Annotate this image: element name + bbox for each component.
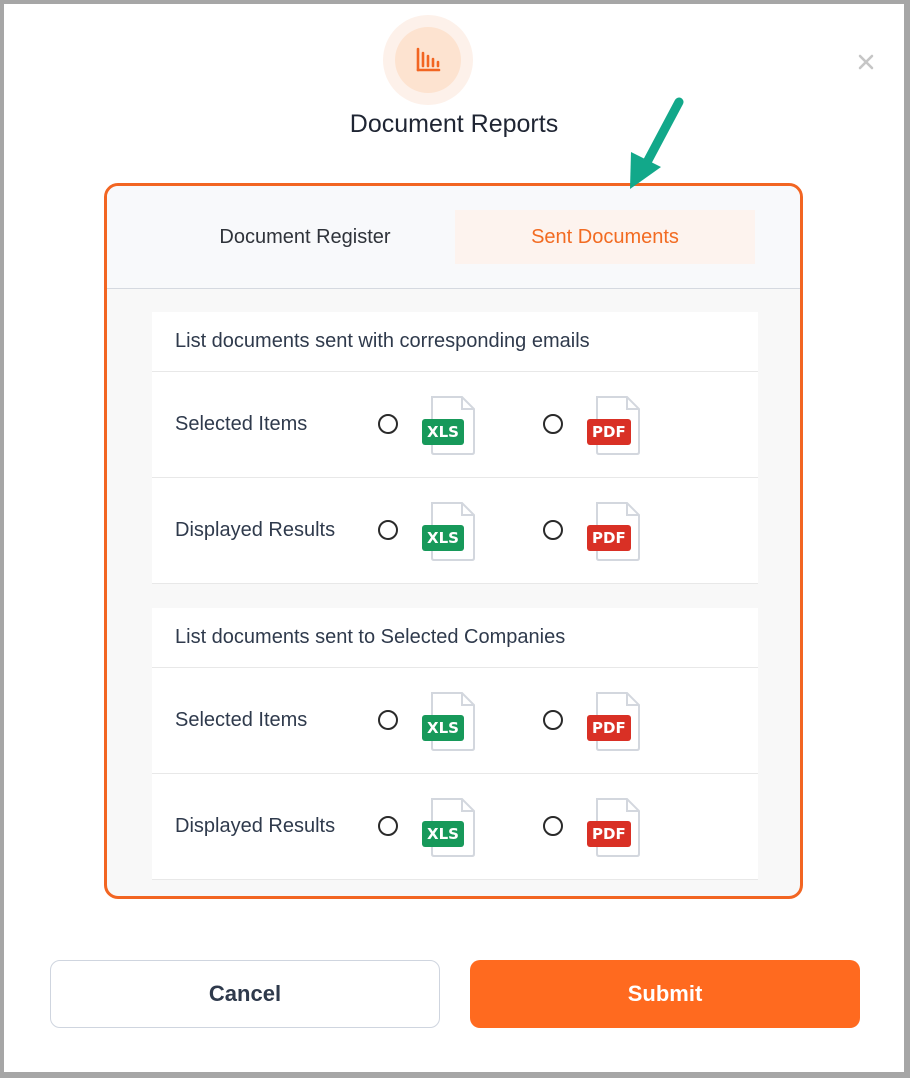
pdf-badge: PDF — [587, 821, 631, 847]
pdf-file-icon[interactable]: PDF — [587, 798, 647, 858]
submit-button[interactable]: Submit — [470, 960, 860, 1028]
close-icon — [858, 54, 874, 70]
xls-radio[interactable] — [378, 710, 398, 730]
section-selected-companies: List documents sent to Selected Companie… — [152, 608, 758, 880]
xls-badge: XLS — [422, 715, 464, 741]
pdf-badge: PDF — [587, 419, 631, 445]
arrow-pointer-icon — [630, 97, 684, 189]
bar-chart-icon — [416, 47, 441, 72]
header-icon-badge — [383, 15, 473, 105]
section-title: List documents sent to Selected Companie… — [152, 608, 758, 668]
row-label: Selected Items — [175, 709, 308, 731]
tab-sent-documents[interactable]: Sent Documents — [455, 210, 755, 264]
section-title: List documents sent with corresponding e… — [152, 312, 758, 372]
row-label: Selected Items — [175, 413, 308, 435]
xls-radio[interactable] — [378, 520, 398, 540]
row-label: Displayed Results — [175, 815, 336, 837]
section-corresponding-emails: List documents sent with corresponding e… — [152, 312, 758, 584]
xls-file-icon[interactable]: XLS — [422, 396, 482, 456]
xls-file-icon[interactable]: XLS — [422, 798, 482, 858]
pdf-radio[interactable] — [543, 520, 563, 540]
xls-radio[interactable] — [378, 414, 398, 434]
option-row: Displayed Results XLS PDF — [152, 478, 758, 584]
close-button[interactable] — [854, 50, 878, 74]
pdf-radio[interactable] — [543, 710, 563, 730]
xls-file-icon[interactable]: XLS — [422, 692, 482, 752]
pdf-badge: PDF — [587, 715, 631, 741]
xls-badge: XLS — [422, 525, 464, 551]
document-reports-dialog: Document Reports Document Register Sent … — [4, 4, 904, 1072]
reports-panel: Document Register Sent Documents List do… — [104, 183, 803, 899]
row-label: Displayed Results — [175, 519, 336, 541]
xls-badge: XLS — [422, 419, 464, 445]
dialog-title: Document Reports — [349, 110, 559, 138]
xls-radio[interactable] — [378, 816, 398, 836]
pdf-badge: PDF — [587, 525, 631, 551]
option-row: Selected Items XLS PDF — [152, 372, 758, 478]
pdf-radio[interactable] — [543, 816, 563, 836]
pdf-radio[interactable] — [543, 414, 563, 434]
cancel-button[interactable]: Cancel — [50, 960, 440, 1028]
tab-document-register[interactable]: Document Register — [155, 210, 455, 264]
report-tabs: Document Register Sent Documents — [107, 186, 800, 289]
xls-badge: XLS — [422, 821, 464, 847]
xls-file-icon[interactable]: XLS — [422, 502, 482, 562]
option-row: Displayed Results XLS PDF — [152, 774, 758, 880]
option-row: Selected Items XLS PDF — [152, 668, 758, 774]
pdf-file-icon[interactable]: PDF — [587, 502, 647, 562]
pdf-file-icon[interactable]: PDF — [587, 396, 647, 456]
pdf-file-icon[interactable]: PDF — [587, 692, 647, 752]
